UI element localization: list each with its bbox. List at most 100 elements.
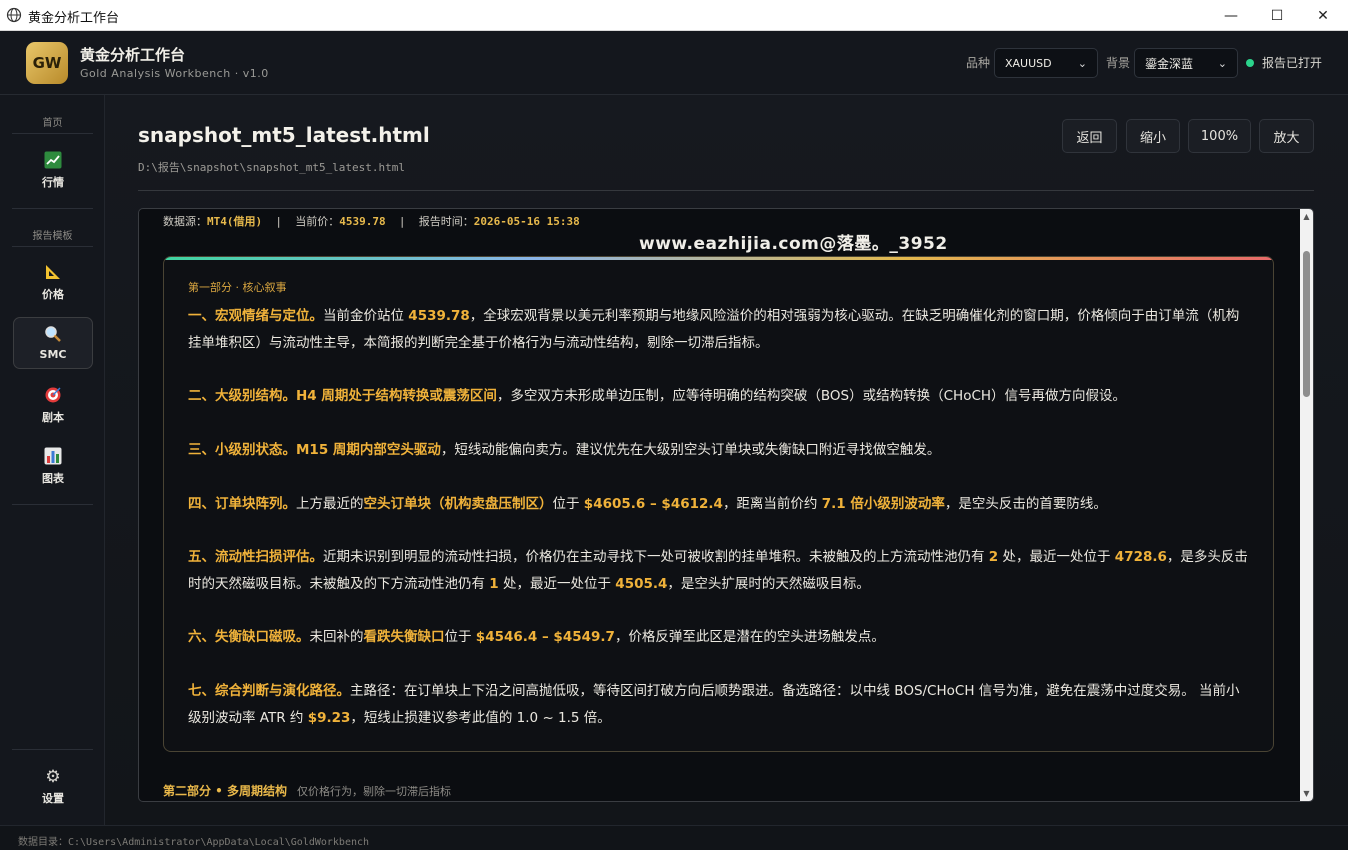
paragraph-order-blocks: 四、订单块阵列。上方最近的空头订单块（机构卖盘压制区）位于 $4605.6 – …: [188, 491, 1250, 518]
highlight-value: 1: [489, 576, 499, 592]
window-title: 黄金分析工作台: [28, 11, 120, 26]
paragraph-heading: 六、失衡缺口磁吸。: [188, 629, 310, 645]
highlight-value: 4539.78: [408, 308, 470, 324]
paragraph-imbalance: 六、失衡缺口磁吸。未回补的看跌失衡缺口位于 $4546.4 – $4549.7，…: [188, 624, 1250, 651]
core-narrative-card: 第一部分 · 核心叙事 一、宏观情绪与定位。当前金价站位 4539.78，全球宏…: [163, 256, 1274, 752]
bar-chart-icon: [44, 447, 62, 467]
part2-subtitle: 仅价格行为，剔除一切滞后指标: [297, 785, 452, 798]
part2-title: 第二部分 • 多周期结构: [163, 784, 288, 798]
sidebar-item-price[interactable]: 价格: [13, 256, 93, 308]
paragraph-heading: 七、综合判断与演化路径。: [188, 683, 350, 699]
scrollbar-thumb[interactable]: [1303, 251, 1310, 397]
main-panel: snapshot_mt5_latest.html D:\报告\snapshot\…: [105, 95, 1348, 825]
report-viewer[interactable]: 数据源：MT4(借用) | 当前价：4539.78 | 报告时间：2026-05…: [138, 208, 1314, 802]
sidebar-item-label: SMC: [39, 348, 67, 361]
paragraph-text: 未回补的: [309, 629, 364, 645]
paragraph-heading: 四、订单块阵列。: [188, 496, 296, 512]
divider: [138, 190, 1314, 191]
section-label: 第一部分 · 核心叙事: [188, 281, 287, 294]
sidebar-item-label: 图表: [42, 471, 64, 485]
zoom-in-button[interactable]: 放大: [1259, 119, 1314, 153]
paragraph-text: 处，最近一处位于: [998, 549, 1115, 565]
paragraph-text: ，是空头扩展时的天然磁吸目标。: [667, 576, 870, 592]
highlight-value: $9.23: [307, 710, 351, 726]
highlight-value: 4728.6: [1114, 549, 1167, 565]
window-titlebar: 黄金分析工作台 — ☐ ✕: [0, 0, 1348, 31]
sidebar-divider: [12, 749, 93, 750]
paragraph-heading: 一、宏观情绪与定位。: [188, 308, 323, 324]
meta-price-value: 4539.78: [339, 215, 386, 228]
app-title: 黄金分析工作台: [80, 46, 186, 64]
theme-value: 鎏金深蓝: [1145, 56, 1194, 71]
magnifier-icon: [44, 325, 62, 345]
paragraph-text: 近期未识别到明显的流动性扫损，价格仍在主动寻找下一处可被收割的挂单堆积。未被触及…: [323, 549, 989, 565]
part2-heading: 第二部分 • 多周期结构 仅价格行为，剔除一切滞后指标: [163, 782, 451, 799]
app-logo: GW: [26, 42, 68, 84]
zoom-out-button[interactable]: 缩小: [1126, 119, 1180, 153]
highlight-value: 7.1 倍小级别波动率: [821, 496, 945, 512]
paragraph-text: ，短线止损建议参考此值的 1.0 ~ 1.5 倍。: [350, 710, 611, 726]
zoom-reset-button[interactable]: 100%: [1188, 119, 1251, 153]
paragraph-text: 位于: [552, 496, 584, 512]
highlight-value: $4546.4 – $4549.7: [475, 629, 615, 645]
sidebar-item-label: 剧本: [42, 410, 64, 424]
paragraph-text: 处，最近一处位于: [498, 576, 616, 592]
sidebar-item-charts[interactable]: 图表: [13, 440, 93, 492]
sidebar-divider: [12, 504, 93, 505]
status-footer: 数据目录：C:\Users\Administrator\AppData\Loca…: [0, 825, 1348, 850]
paragraph-heading: 二、大级别结构。H4 周期处于结构转换或震荡区间: [188, 388, 497, 404]
sidebar-divider: [12, 246, 93, 247]
meta-time-value: 2026-05-16 15:38: [473, 215, 580, 228]
meta-separator: |: [385, 215, 419, 228]
minimize-button[interactable]: —: [1208, 0, 1254, 31]
chevron-down-icon: ⌄: [1217, 56, 1227, 70]
paragraph-text: ，价格反弹至此区是潜在的空头进场触发点。: [614, 629, 885, 645]
scroll-down-icon[interactable]: ▼: [1300, 789, 1313, 798]
paragraph-heading: 看跌失衡缺口: [363, 629, 445, 645]
status-indicator-icon: [1246, 59, 1254, 67]
meta-price-label: 当前价：: [295, 215, 340, 228]
sidebar-divider: [12, 133, 93, 134]
sidebar-item-market[interactable]: 行情: [13, 144, 93, 196]
highlight-value: 4505.4: [615, 576, 668, 592]
symbol-value: XAUUSD: [1005, 56, 1052, 70]
sidebar-item-settings[interactable]: ⚙ 设置: [13, 760, 93, 812]
meta-time-label: 报告时间：: [418, 215, 474, 228]
app-header: GW 黄金分析工作台 Gold Analysis Workbench · v1.…: [0, 31, 1348, 95]
back-button[interactable]: 返回: [1062, 119, 1117, 153]
footer-label: 数据目录：: [18, 837, 68, 848]
meta-separator: |: [262, 215, 296, 228]
theme-select[interactable]: 鎏金深蓝 ⌄: [1134, 48, 1238, 78]
paragraph-text: ，多空双方未形成单边压制，应等待明确的结构突破（BOS）或结构转换（CHoCH）…: [496, 388, 1127, 404]
close-button[interactable]: ✕: [1300, 0, 1346, 31]
sidebar-item-smc[interactable]: SMC: [13, 317, 93, 369]
sidebar-divider: [12, 208, 93, 209]
sidebar-section-home: 首页: [42, 118, 63, 129]
symbol-select[interactable]: XAUUSD ⌄: [994, 48, 1098, 78]
app-subtitle: Gold Analysis Workbench · v1.0: [80, 67, 269, 80]
scroll-up-icon[interactable]: ▲: [1300, 212, 1313, 221]
sidebar-item-label: 设置: [42, 791, 64, 805]
paragraph-heading: 五、流动性扫损评估。: [188, 549, 323, 565]
sidebar-item-label: 行情: [42, 175, 64, 189]
maximize-button[interactable]: ☐: [1254, 0, 1300, 31]
paragraph-text: 位于: [444, 629, 476, 645]
gear-icon: ⚙: [45, 766, 61, 787]
highlight-value: 2: [988, 549, 999, 565]
file-path: D:\报告\snapshot\snapshot_mt5_latest.html: [138, 161, 406, 174]
sidebar-item-label: 价格: [42, 287, 64, 301]
sidebar-section-templates: 报告模板: [32, 231, 73, 242]
symbol-label: 品种: [966, 56, 991, 70]
highlight-value: $4605.6 – $4612.4: [583, 496, 723, 512]
triangle-ruler-icon: [44, 263, 62, 283]
chevron-down-icon: ⌄: [1077, 56, 1087, 70]
chart-up-icon: [44, 151, 62, 171]
globe-icon: [6, 7, 22, 23]
sidebar: 首页 行情 报告模板 价格 SMC 剧本 图表 ⚙ 设置: [0, 95, 105, 825]
status-text: 报告已打开: [1262, 56, 1323, 70]
paragraph-text: 上方最近的: [296, 496, 364, 512]
paragraph-heading: 三、小级别状态。M15 周期内部空头驱动: [188, 442, 441, 458]
paragraph-text: 当前金价站位: [323, 308, 409, 324]
scrollbar[interactable]: ▲ ▼: [1300, 209, 1313, 801]
sidebar-item-playbook[interactable]: 剧本: [13, 379, 93, 431]
